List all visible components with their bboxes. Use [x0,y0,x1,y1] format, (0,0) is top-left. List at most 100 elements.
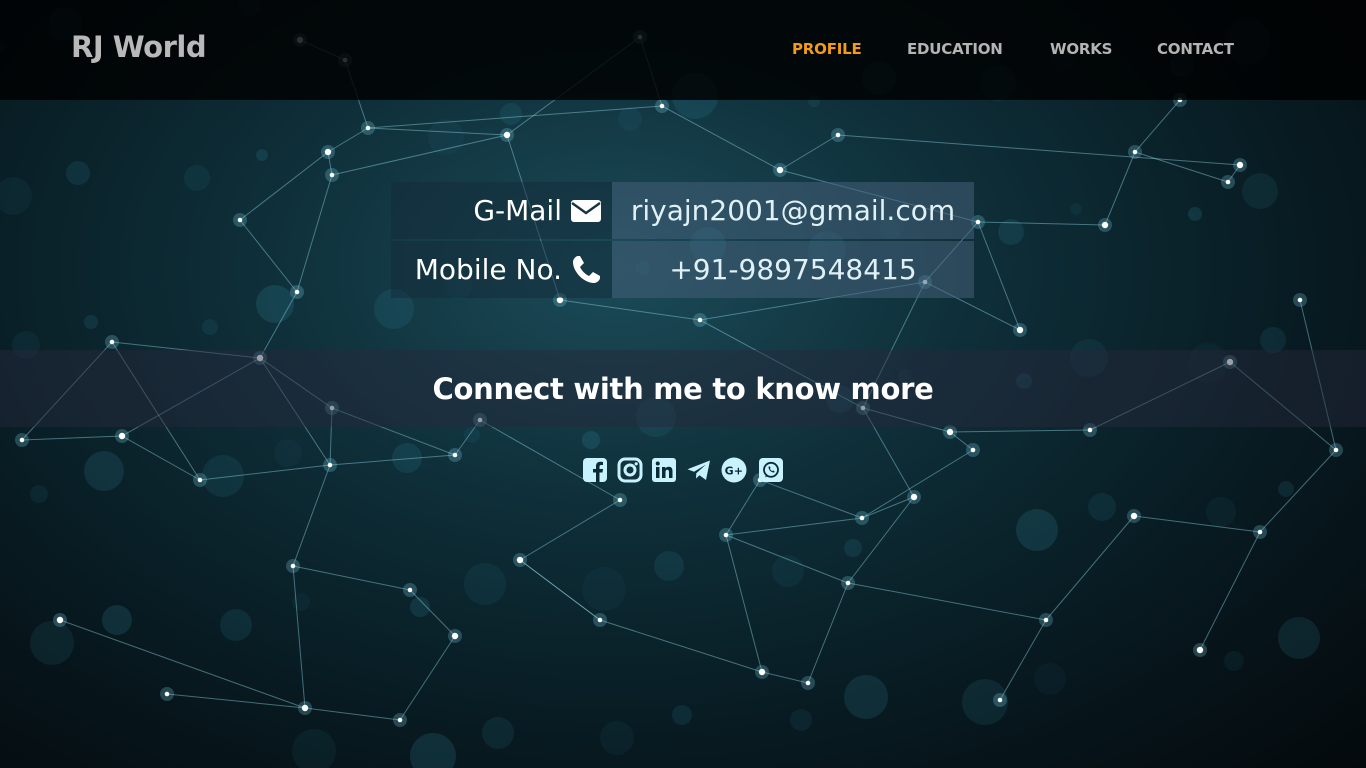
network-node [597,617,603,623]
mobile-label: Mobile No. [414,253,562,286]
network-node [56,616,64,624]
network-node [975,219,981,225]
network-node [1196,646,1204,654]
telegram-icon[interactable] [686,457,712,483]
network-node [617,497,623,503]
gmail-label: G-Mail [473,194,562,227]
bokeh-dot [600,721,634,755]
network-node [1087,427,1093,433]
network-edge [1199,531,1261,651]
network-edge [304,707,401,721]
network-edge [1134,99,1181,153]
network-node [118,432,126,440]
bokeh-dot [0,177,32,215]
social-links: G+ [582,457,792,485]
network-edge [661,105,781,171]
network-node [845,580,851,586]
network-node [503,131,511,139]
network-node [237,217,243,223]
network-node [109,339,115,345]
network-edge [1134,151,1229,183]
bokeh-dot [1070,203,1082,215]
network-edge [725,479,761,536]
network-edge [807,582,849,684]
bokeh-dot [464,427,480,443]
bokeh-dot [1016,509,1058,551]
linkedin-icon[interactable] [651,457,677,483]
bokeh-dot [1188,207,1202,221]
network-node [397,717,403,723]
network-edge [292,565,411,591]
whatsapp-icon[interactable] [758,457,784,483]
network-edge [759,479,863,519]
bokeh-dot [220,609,252,641]
mobile-value-cell[interactable]: +91-9897548415 [612,241,974,298]
google-plus-icon[interactable]: G+ [721,457,747,483]
phone-icon [573,255,600,283]
bokeh-dot [410,733,456,768]
bokeh-dot [1206,497,1236,527]
network-node [1016,326,1024,334]
bokeh-dot [582,431,600,449]
bokeh-dot [1088,493,1116,521]
bokeh-dot [30,485,48,503]
network-edge [779,134,839,171]
network-node [946,428,954,436]
network-edge [1133,515,1261,533]
nav-contact[interactable]: CONTACT [1157,40,1234,58]
top-navbar: RJ World PROFILE EDUCATION WORKS CONTACT [0,0,1366,100]
nav-education[interactable]: EDUCATION [907,40,1003,58]
nav-works[interactable]: WORKS [1050,40,1112,58]
bokeh-dot [274,439,302,467]
network-node [365,125,371,131]
bokeh-dot [844,675,888,719]
bokeh-dot [66,161,90,185]
network-edge [861,449,974,519]
nav-profile[interactable]: PROFILE [792,40,862,58]
bokeh-dot [428,119,464,155]
network-edge [121,435,201,481]
bokeh-dot [202,319,218,335]
bokeh-dot [790,709,812,731]
network-node [1225,179,1231,185]
bokeh-dot [500,103,522,125]
gmail-value-cell[interactable]: riyajn2001@gmail.com [612,182,974,239]
network-edge [399,635,456,721]
network-node [776,166,784,174]
connect-banner: Connect with me to know more [0,350,1366,427]
bokeh-dot [844,539,862,557]
network-edge [292,464,331,567]
bokeh-dot [256,149,268,161]
network-edge [1045,515,1135,621]
bokeh-dot [672,705,692,725]
network-node [301,704,309,712]
network-edge [239,219,298,293]
network-node [723,532,729,538]
network-edge [977,221,1106,226]
network-node [327,462,333,468]
envelope-icon [571,199,601,222]
bokeh-dot [654,551,684,581]
network-edge [1259,449,1337,533]
network-edge [725,534,763,673]
network-node [164,691,170,697]
bokeh-dot [1242,173,1278,209]
network-edge [59,619,306,709]
network-node [407,587,413,593]
network-node [835,132,841,138]
network-edge [1104,151,1136,226]
network-edge [559,299,701,321]
network-node [452,452,458,458]
network-node [970,447,976,453]
gmail-address[interactable]: riyajn2001@gmail.com [631,194,955,227]
facebook-icon[interactable] [582,457,608,483]
network-node [294,289,300,295]
mobile-number[interactable]: +91-9897548415 [669,253,916,286]
instagram-icon[interactable] [617,457,643,483]
bokeh-dot [292,593,310,611]
bokeh-dot [1034,663,1066,695]
network-edge [761,671,809,684]
network-node [1333,447,1339,453]
network-edge [847,582,1047,621]
network-node [1130,512,1138,520]
